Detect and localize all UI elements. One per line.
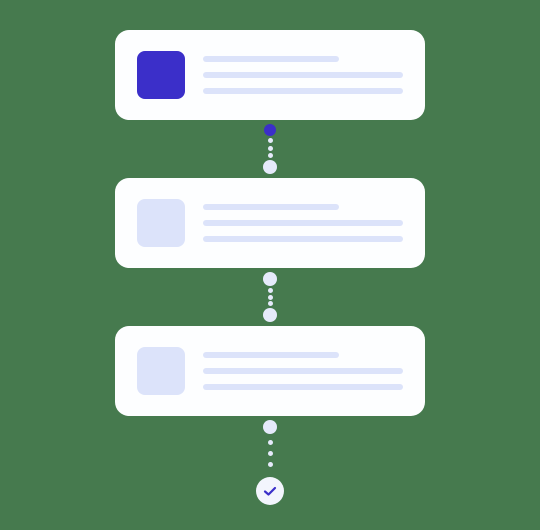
step-icon [137,199,185,247]
connector-dot [268,295,273,300]
placeholder-line [203,220,403,226]
complete-badge [256,477,284,505]
placeholder-line [203,204,339,210]
connector-dot [268,440,273,445]
connector [263,268,277,326]
checkmark-icon [262,483,278,499]
connector-dot-large [263,272,277,286]
step-text-placeholder [203,204,403,242]
connector-dot [268,301,273,306]
connector-dot-large [263,308,277,322]
connector-dot [268,288,273,293]
placeholder-line [203,368,403,374]
step-text-placeholder [203,56,403,94]
step-card [115,178,425,268]
step-text-placeholder [203,352,403,390]
placeholder-line [203,56,339,62]
placeholder-line [203,88,403,94]
connector-dot [268,462,273,467]
placeholder-line [203,352,339,358]
placeholder-line [203,72,403,78]
connector-dot [268,146,273,151]
step-card [115,326,425,416]
step-card [115,30,425,120]
step-icon [137,51,185,99]
connector-dot-active [264,124,276,136]
connector-dot-large [263,420,277,434]
connector-tail [256,416,284,505]
connector-dot-large [263,160,277,174]
connector-dot [268,153,273,158]
connector-dot [268,451,273,456]
step-icon [137,347,185,395]
connector [263,120,277,178]
placeholder-line [203,236,403,242]
connector-dot [268,138,273,143]
placeholder-line [203,384,403,390]
